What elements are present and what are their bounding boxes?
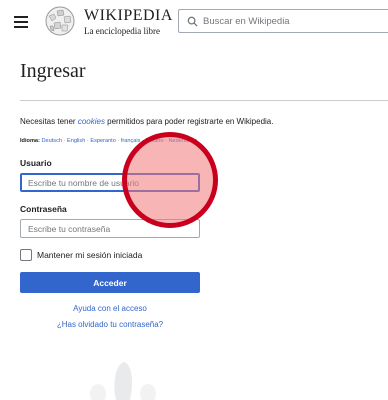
header: WIKIPEDIA La enciclopedia libre bbox=[0, 0, 388, 46]
search-box[interactable] bbox=[178, 9, 388, 33]
language-label: Idioma: bbox=[20, 138, 40, 144]
language-separator: · bbox=[117, 138, 120, 144]
wikipedia-puzzle-watermark bbox=[90, 362, 156, 400]
language-link-esperanto[interactable]: Esperanto bbox=[90, 138, 116, 144]
password-field[interactable] bbox=[20, 219, 200, 238]
wikipedia-globe-logo[interactable] bbox=[44, 4, 76, 38]
language-link-francais[interactable]: français bbox=[121, 138, 141, 144]
language-link-deutsch[interactable]: Deutsch bbox=[41, 138, 62, 144]
password-label: Contraseña bbox=[20, 204, 67, 214]
menu-icon[interactable] bbox=[14, 16, 28, 28]
logo-tagline: La enciclopedia libre bbox=[84, 26, 160, 36]
language-separator: · bbox=[86, 138, 89, 144]
cookie-notice: Necesitas tener cookies permitidos para … bbox=[20, 117, 273, 126]
notice-suffix: permitidos para poder registrarte en Wik… bbox=[104, 117, 274, 126]
language-separator: · bbox=[63, 138, 66, 144]
language-link-italiano[interactable]: Italiano bbox=[145, 138, 163, 144]
remember-checkbox[interactable] bbox=[20, 249, 32, 261]
title-divider bbox=[20, 100, 388, 101]
username-label: Usuario bbox=[20, 158, 52, 168]
language-separator: · bbox=[142, 138, 144, 144]
wikipedia-wordmark[interactable]: WIKIPEDIA La enciclopedia libre bbox=[84, 8, 173, 37]
remember-label[interactable]: Mantener mi sesión iniciada bbox=[37, 250, 142, 260]
language-link-english[interactable]: English bbox=[67, 138, 85, 144]
username-field[interactable] bbox=[20, 173, 200, 192]
login-button[interactable]: Acceder bbox=[20, 272, 200, 293]
language-selector: Idioma: Deutsch · English · Esperanto · … bbox=[20, 138, 197, 144]
notice-prefix: Necesitas tener bbox=[20, 117, 78, 126]
login-help-link[interactable]: Ayuda con el acceso bbox=[20, 304, 200, 313]
page-title: Ingresar bbox=[20, 60, 86, 82]
language-link-nederlands[interactable]: Nederlands bbox=[168, 138, 197, 144]
language-separator: · bbox=[165, 138, 167, 144]
logo-name: WIKIPEDIA bbox=[84, 7, 173, 24]
forgot-password-link[interactable]: ¿Has olvidado tu contraseña? bbox=[20, 320, 200, 329]
cookies-link[interactable]: cookies bbox=[78, 117, 105, 126]
search-input[interactable] bbox=[203, 13, 383, 29]
search-icon bbox=[187, 16, 198, 27]
